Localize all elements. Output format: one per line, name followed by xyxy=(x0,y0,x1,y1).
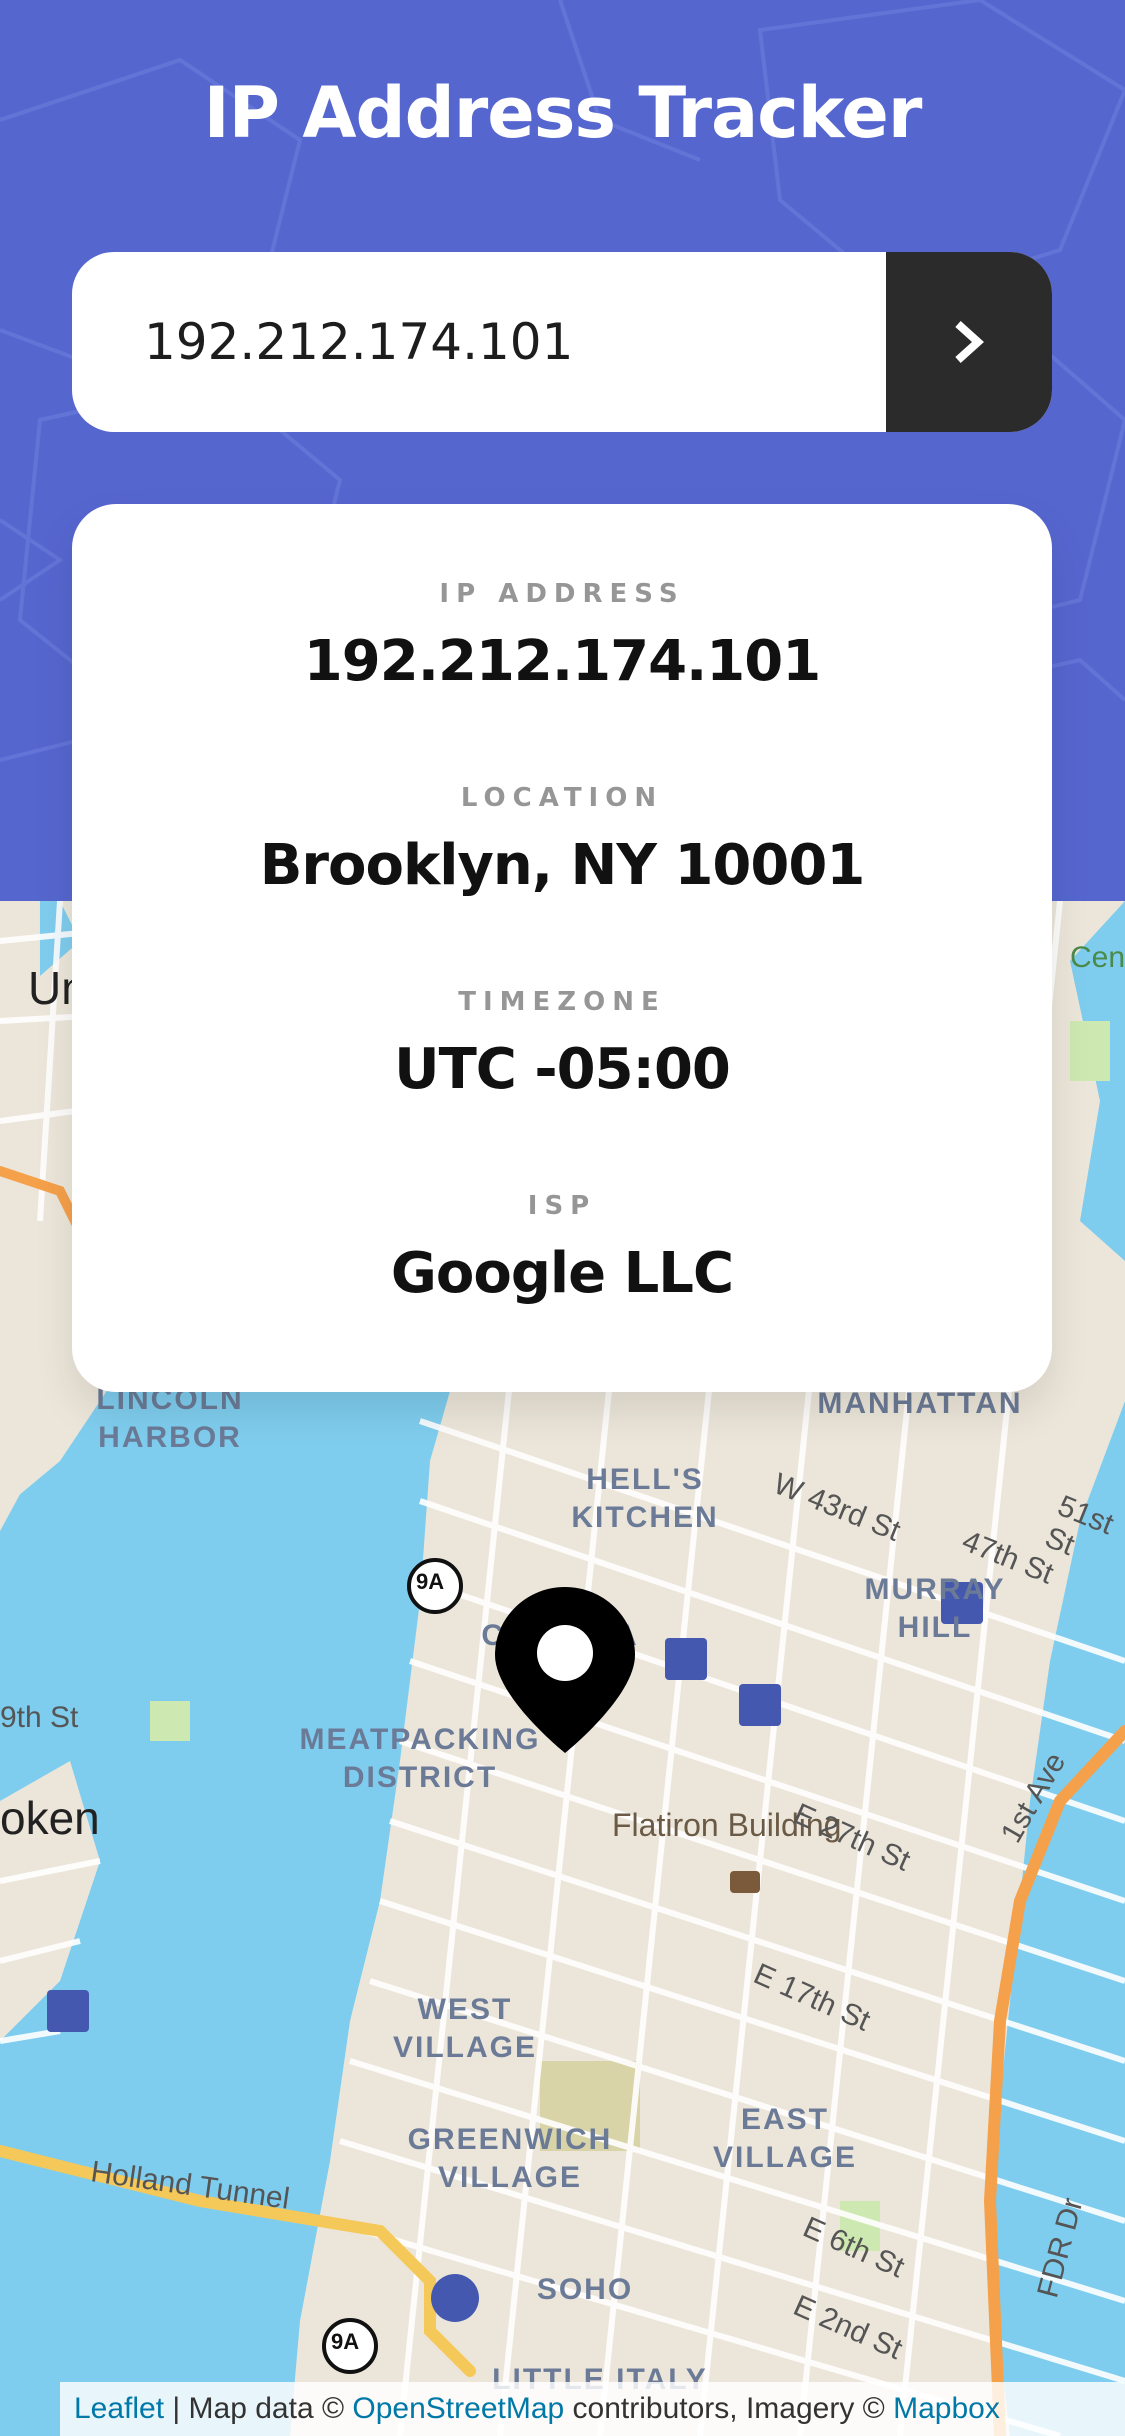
search-form xyxy=(72,252,1052,432)
page-title: IP Address Tracker xyxy=(203,72,923,154)
map-label-west-village: WEST VILLAGE xyxy=(392,1993,537,2064)
location-value: Brooklyn, NY 10001 xyxy=(259,833,866,898)
route-9a-shield-bottom: 9A xyxy=(331,2329,360,2354)
attribution-text-2: contributors, Imagery © xyxy=(564,2392,894,2425)
map-label-east-village: EAST VILLAGE xyxy=(712,2103,857,2174)
openstreetmap-link[interactable]: OpenStreetMap xyxy=(352,2392,564,2425)
leaflet-link[interactable]: Leaflet xyxy=(74,2392,164,2425)
mapbox-link[interactable]: Mapbox xyxy=(893,2392,1000,2425)
attribution-text-1: | Map data © xyxy=(164,2392,353,2425)
map-label-hells-kitchen: HELL'S KITCHEN xyxy=(571,1463,719,1534)
map-attribution: Leaflet | Map data © OpenStreetMap contr… xyxy=(60,2382,1125,2436)
ip-address-label: IP ADDRESS xyxy=(439,579,685,609)
map-label-cen: Cen xyxy=(1070,941,1125,974)
ip-address-value: 192.212.174.101 xyxy=(303,629,821,694)
route-9a-shield-top: 9A xyxy=(416,1569,445,1594)
search-submit-button[interactable] xyxy=(886,252,1052,432)
timezone-value: UTC -05:00 xyxy=(394,1037,731,1102)
map-label-9th-st: 9th St xyxy=(0,1701,79,1734)
map-label-lincoln-harbor: LINCOLN HARBOR xyxy=(96,1383,244,1454)
isp-value: Google LLC xyxy=(390,1241,734,1306)
timezone-section: TIMEZONE UTC -05:00 xyxy=(72,987,1052,1102)
map-label-hoboken: oken xyxy=(0,1792,100,1844)
isp-label: ISP xyxy=(527,1191,597,1221)
map-label-greenwich-village: GREENWICH VILLAGE xyxy=(407,2123,613,2194)
location-label: LOCATION xyxy=(460,783,664,813)
location-pin-icon[interactable] xyxy=(495,1587,635,1753)
ip-address-section: IP ADDRESS 192.212.174.101 xyxy=(72,579,1052,694)
map-label-murray-hill: MURRAY HILL xyxy=(864,1573,1006,1644)
chevron-right-icon xyxy=(955,321,984,363)
ip-info-card: IP ADDRESS 192.212.174.101 LOCATION Broo… xyxy=(72,504,1052,1392)
isp-section: ISP Google LLC xyxy=(72,1191,1052,1306)
location-section: LOCATION Brooklyn, NY 10001 xyxy=(72,783,1052,898)
ip-search-input[interactable] xyxy=(72,252,886,432)
timezone-label: TIMEZONE xyxy=(458,987,666,1017)
map-label-soho: SOHO xyxy=(536,2273,634,2306)
